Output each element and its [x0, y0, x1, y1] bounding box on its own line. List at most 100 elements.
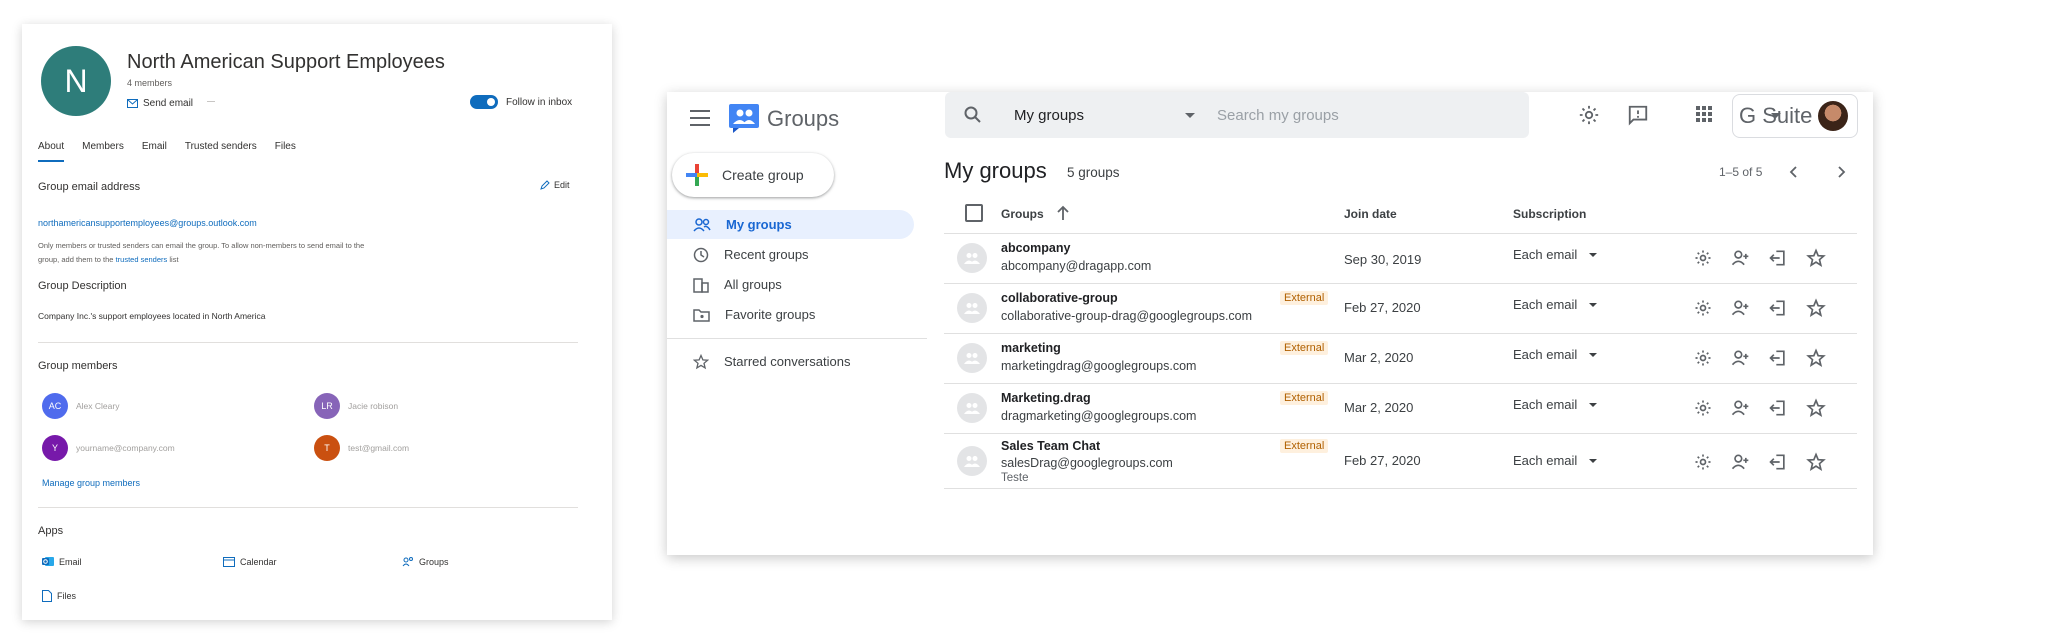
- group-avatar: N: [41, 46, 111, 116]
- star-icon[interactable]: [1806, 248, 1826, 268]
- folder-star-icon: [693, 308, 710, 322]
- table-row[interactable]: abcompany abcompany@dragapp.com Sep 30, …: [944, 233, 1857, 283]
- feedback-icon[interactable]: [1627, 104, 1649, 126]
- external-badge: External: [1280, 391, 1329, 405]
- trusted-senders-link[interactable]: trusted senders: [116, 255, 168, 264]
- group-email: collaborative-group-drag@googlegroups.co…: [1001, 309, 1253, 323]
- group-tabs: About Members Email Trusted senders File…: [38, 141, 296, 162]
- subscription-select[interactable]: Each email: [1513, 347, 1598, 362]
- search-icon[interactable]: [963, 105, 983, 125]
- settings-icon[interactable]: [1693, 348, 1713, 368]
- star-icon[interactable]: [1806, 398, 1826, 418]
- mail-icon: [127, 99, 138, 108]
- star-icon[interactable]: [1806, 452, 1826, 472]
- subscription-select[interactable]: Each email: [1513, 297, 1598, 312]
- group-name[interactable]: Marketing.drag: [1001, 391, 1091, 405]
- chevron-right-icon[interactable]: [1836, 165, 1846, 179]
- star-icon[interactable]: [1806, 298, 1826, 318]
- member-item[interactable]: T test@gmail.com: [314, 435, 409, 461]
- group-name[interactable]: abcompany: [1001, 241, 1070, 255]
- send-email-button[interactable]: Send email: [127, 98, 193, 109]
- member-item[interactable]: LR Jacie robison: [314, 393, 398, 419]
- tab-about[interactable]: About: [38, 141, 65, 162]
- group-email-link[interactable]: northamericansupportemployees@groups.out…: [38, 218, 257, 228]
- member-item[interactable]: AC Alex Cleary: [42, 393, 119, 419]
- group-name[interactable]: Sales Team Chat: [1001, 439, 1100, 453]
- add-member-icon[interactable]: [1730, 248, 1750, 268]
- settings-icon[interactable]: [1578, 104, 1600, 126]
- app-groups[interactable]: Groups: [402, 556, 449, 567]
- settings-icon[interactable]: [1693, 298, 1713, 318]
- nav-starred-conversations[interactable]: Starred conversations: [667, 347, 914, 376]
- clock-icon: [693, 247, 709, 262]
- subscription-value: Each email: [1513, 397, 1578, 412]
- table-row[interactable]: Marketing.drag dragmarketing@googlegroup…: [944, 383, 1857, 433]
- settings-icon[interactable]: [1693, 398, 1713, 418]
- group-name[interactable]: marketing: [1001, 341, 1061, 355]
- members-label: Group members: [38, 360, 118, 372]
- group-avatar-icon: [957, 243, 987, 273]
- apps-grid-icon[interactable]: [1694, 104, 1714, 124]
- tab-members[interactable]: Members: [82, 141, 124, 162]
- table-row[interactable]: Sales Team Chat salesDrag@googlegroups.c…: [944, 433, 1857, 488]
- subscription-select[interactable]: Each email: [1513, 247, 1598, 262]
- group-email: marketingdrag@googlegroups.com: [1001, 359, 1197, 373]
- nav-label: Recent groups: [724, 247, 809, 262]
- apps-label: Apps: [38, 525, 64, 537]
- app-calendar[interactable]: Calendar: [223, 556, 277, 567]
- follow-toggle[interactable]: Follow in inbox: [470, 95, 572, 109]
- table-row[interactable]: collaborative-group collaborative-group-…: [944, 283, 1857, 333]
- leave-group-icon[interactable]: [1768, 452, 1788, 472]
- groups-icon: [402, 557, 413, 567]
- column-header-subscription[interactable]: Subscription: [1513, 207, 1586, 221]
- add-member-icon[interactable]: [1730, 398, 1750, 418]
- search-bar[interactable]: My groups Search my groups: [945, 92, 1781, 138]
- account-switcher[interactable]: G Suite: [1732, 94, 1858, 138]
- menu-icon[interactable]: [690, 110, 710, 126]
- settings-icon[interactable]: [1693, 452, 1713, 472]
- column-header-groups[interactable]: Groups: [1001, 207, 1044, 221]
- add-member-icon[interactable]: [1730, 348, 1750, 368]
- search-scope-select[interactable]: My groups: [1014, 107, 1084, 124]
- settings-icon[interactable]: [1693, 248, 1713, 268]
- add-member-icon[interactable]: [1730, 452, 1750, 472]
- subscription-select[interactable]: Each email: [1513, 453, 1598, 468]
- nav-my-groups[interactable]: My groups: [667, 210, 914, 239]
- nav-favorite-groups[interactable]: Favorite groups: [667, 300, 914, 329]
- nav-label: My groups: [726, 217, 792, 232]
- table-row[interactable]: marketing marketingdrag@googlegroups.com…: [944, 333, 1857, 383]
- divider: [207, 101, 215, 102]
- group-description: Teste: [1001, 472, 1029, 484]
- chevron-down-icon[interactable]: [1185, 113, 1195, 118]
- toggle-switch[interactable]: [470, 95, 498, 109]
- email-note-text: group, add them to the: [38, 255, 114, 264]
- app-files[interactable]: Files: [42, 590, 76, 602]
- member-item[interactable]: Y yourname@company.com: [42, 435, 175, 461]
- building-icon: [693, 277, 709, 293]
- leave-group-icon[interactable]: [1768, 398, 1788, 418]
- leave-group-icon[interactable]: [1768, 248, 1788, 268]
- arrow-up-icon[interactable]: [1056, 205, 1070, 221]
- leave-group-icon[interactable]: [1768, 348, 1788, 368]
- subscription-select[interactable]: Each email: [1513, 397, 1598, 412]
- search-input[interactable]: Search my groups: [1217, 107, 1339, 124]
- nav-all-groups[interactable]: All groups: [667, 270, 914, 299]
- tab-email[interactable]: Email: [142, 141, 167, 162]
- column-header-join-date[interactable]: Join date: [1344, 207, 1397, 221]
- add-member-icon[interactable]: [1730, 298, 1750, 318]
- edit-button[interactable]: Edit: [540, 180, 570, 190]
- leave-group-icon[interactable]: [1768, 298, 1788, 318]
- chevron-left-icon[interactable]: [1789, 165, 1799, 179]
- calendar-icon: [223, 557, 235, 567]
- app-email[interactable]: Email: [42, 556, 82, 567]
- tab-trusted-senders[interactable]: Trusted senders: [185, 141, 257, 162]
- manage-members-link[interactable]: Manage group members: [42, 478, 140, 488]
- select-all-checkbox[interactable]: [965, 204, 983, 222]
- avatar[interactable]: [1818, 101, 1849, 131]
- nav-recent-groups[interactable]: Recent groups: [667, 240, 914, 269]
- group-name[interactable]: collaborative-group: [1001, 291, 1118, 305]
- tab-files[interactable]: Files: [275, 141, 296, 162]
- star-icon[interactable]: [1806, 348, 1826, 368]
- divider: [38, 342, 578, 343]
- create-group-button[interactable]: Create group: [672, 153, 834, 197]
